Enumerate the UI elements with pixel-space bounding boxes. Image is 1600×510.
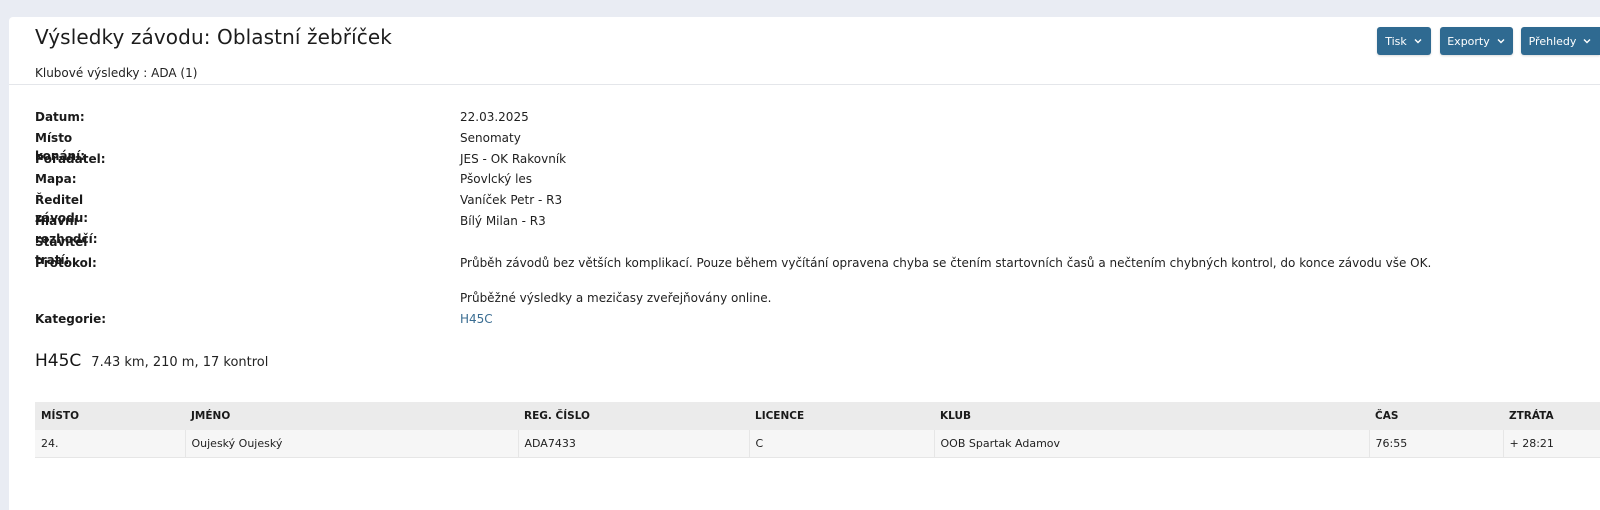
overviews-button-label: Přehledy xyxy=(1528,34,1577,48)
column-header-reg-number[interactable]: REG. ČÍSLO xyxy=(518,402,749,430)
column-header-club[interactable]: KLUB xyxy=(934,402,1369,430)
exports-button[interactable]: Exporty xyxy=(1440,27,1513,55)
overviews-button[interactable]: Přehledy xyxy=(1521,27,1600,55)
date-value: 22.03.2025 xyxy=(460,110,529,124)
chevron-down-icon xyxy=(1583,39,1591,44)
column-header-licence[interactable]: LICENCE xyxy=(749,402,934,430)
page-title: Výsledky závodu: Oblastní žebříček xyxy=(35,25,392,49)
category-name: H45C xyxy=(35,351,82,371)
exports-button-label: Exporty xyxy=(1447,34,1490,48)
table-header-row: MÍSTO JMÉNO REG. ČÍSLO LICENCE KLUB ČAS … xyxy=(35,402,1600,430)
category-link-h45c[interactable]: H45C xyxy=(460,312,493,326)
venue-value: Senomaty xyxy=(460,130,521,145)
cell-name: Oujeský Oujeský xyxy=(184,430,518,458)
cell-club: OOB Spartak Adamov xyxy=(933,430,1369,458)
print-button[interactable]: Tisk xyxy=(1377,27,1431,55)
organizer-value: JES - OK Rakovník xyxy=(460,151,567,166)
organizer-label: Pořadatel: xyxy=(35,151,106,166)
protocol-paragraph-1: Průběh závodů bez větších komplikací. Po… xyxy=(460,255,1432,270)
results-table: MÍSTO JMÉNO REG. ČÍSLO LICENCE KLUB ČAS … xyxy=(35,402,1600,458)
cell-licence: C xyxy=(748,430,934,458)
column-header-loss[interactable]: ZTRÁTA xyxy=(1503,402,1600,430)
date-label: Datum: xyxy=(35,110,85,124)
map-value: Pšovlcký les xyxy=(460,172,533,187)
cell-loss: + 28:21 xyxy=(1502,430,1600,458)
club-results-subtitle: Klubové výsledky : ADA (1) xyxy=(35,66,198,80)
protocol-paragraph-2: Průběžné výsledky a mezičasy zveřejňován… xyxy=(460,290,772,305)
category-heading: H45C 7.43 km, 210 m, 17 kontrol xyxy=(35,351,268,371)
category-meta: 7.43 km, 210 m, 17 kontrol xyxy=(91,355,269,370)
cell-time: 76:55 xyxy=(1368,430,1503,458)
chevron-down-icon xyxy=(1497,39,1505,44)
results-card: Výsledky závodu: Oblastní žebříček Klubo… xyxy=(9,17,1600,510)
column-header-place[interactable]: MÍSTO xyxy=(35,402,185,430)
cell-reg-number: ADA7433 xyxy=(517,430,749,458)
category-label: Kategorie: xyxy=(35,311,107,326)
cell-place: 24. xyxy=(35,430,185,458)
page-header: Výsledky závodu: Oblastní žebříček Klubo… xyxy=(9,17,1600,85)
print-button-label: Tisk xyxy=(1385,34,1407,48)
protocol-label: Protokol: xyxy=(35,255,97,270)
judge-value: Bílý Milan - R3 xyxy=(460,213,546,228)
column-header-name[interactable]: JMÉNO xyxy=(185,402,518,430)
column-header-time[interactable]: ČAS xyxy=(1369,402,1503,430)
table-row: 24. Oujeský Oujeský ADA7433 C OOB Sparta… xyxy=(35,430,1600,458)
chevron-down-icon xyxy=(1414,39,1422,44)
map-label: Mapa: xyxy=(35,172,77,187)
director-value: Vaníček Petr - R3 xyxy=(460,193,563,208)
